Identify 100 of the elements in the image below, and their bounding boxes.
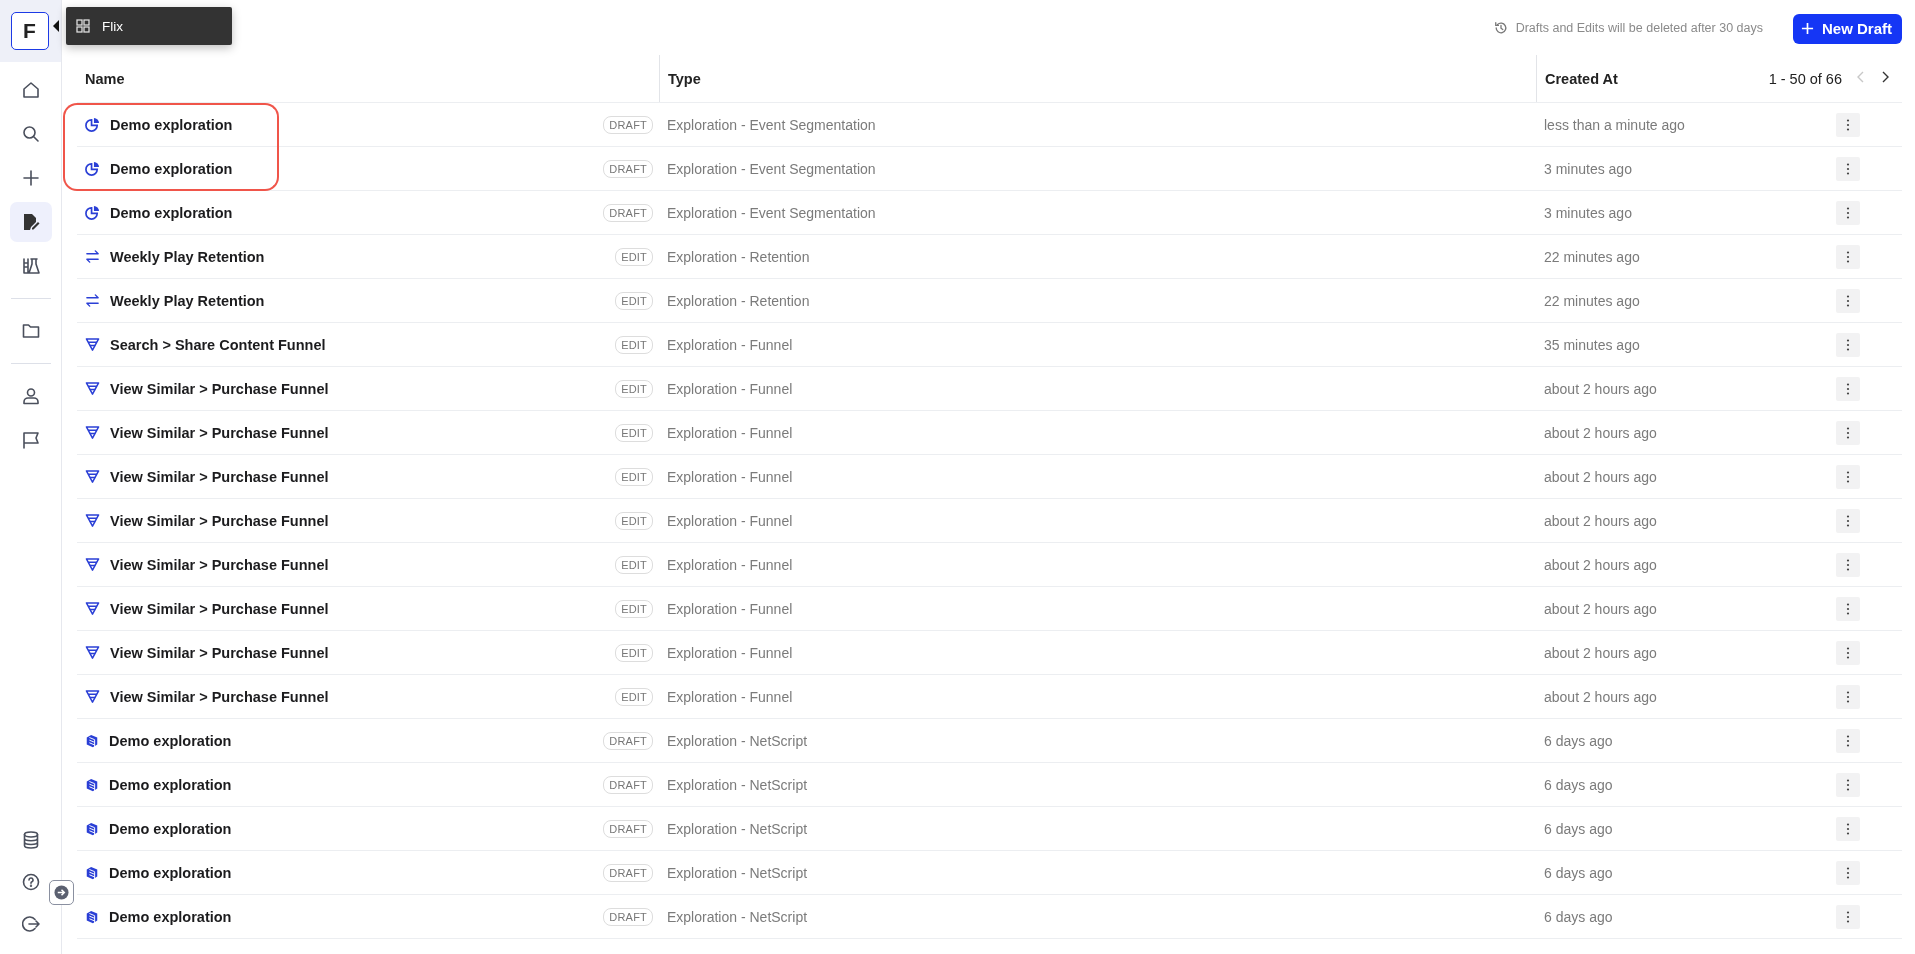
exploration-type: Exploration - NetScript [667,776,808,793]
exploration-name[interactable]: Demo exploration [110,204,233,221]
more-options-button[interactable] [1836,200,1860,225]
exploration-type: Exploration - Funnel [667,512,793,529]
more-options-button[interactable] [1836,640,1860,665]
exploration-name[interactable]: Demo exploration [110,116,233,133]
exploration-name[interactable]: Demo exploration [110,160,233,177]
flask-icon [21,257,40,275]
exploration-type: Exploration - NetScript [667,820,808,837]
logo[interactable]: F [10,12,49,50]
kebab-icon [1846,514,1850,527]
created-time: less than a minute ago [1544,116,1685,133]
arrows-icon [85,249,100,264]
flag-icon [21,431,40,449]
created-time: about 2 hours ago [1544,512,1657,529]
created-time: about 2 hours ago [1544,600,1657,617]
exploration-name[interactable]: Search > Share Content Funnel [110,336,326,353]
more-options-button[interactable] [1836,376,1860,401]
funnel-icon [85,513,100,528]
new-draft-button[interactable]: New Draft [1793,13,1902,44]
exploration-name[interactable]: View Similar > Purchase Funnel [110,468,329,485]
more-options-button[interactable] [1836,816,1860,841]
funnel-icon [85,689,100,704]
column-header: Type [668,70,701,87]
status-badge: EDIT [615,423,653,442]
more-options-button[interactable] [1836,860,1860,885]
funnel-icon [85,425,100,440]
funnel-icon [85,557,100,572]
nav-item[interactable] [9,202,52,242]
exploration-name[interactable]: Weekly Play Retention [110,248,265,265]
exploration-name[interactable]: View Similar > Purchase Funnel [110,688,329,705]
kebab-icon [1846,470,1850,483]
exploration-name[interactable]: Demo exploration [109,732,232,749]
more-options-button[interactable] [1836,508,1860,533]
more-options-button[interactable] [1836,772,1860,797]
exploration-name[interactable]: View Similar > Purchase Funnel [110,380,329,397]
exploration-type: Exploration - Event Segmentation [667,160,876,177]
exploration-type: Exploration - Event Segmentation [667,116,876,133]
kebab-icon [1846,910,1850,923]
exploration-name[interactable]: View Similar > Purchase Funnel [110,644,329,661]
more-options-button[interactable] [1836,552,1860,577]
more-options-button[interactable] [1836,596,1860,621]
more-options-button[interactable] [1836,728,1860,753]
more-options-button[interactable] [1836,904,1860,929]
more-options-button[interactable] [1836,112,1860,137]
pagination-range: 1 - 50 of 66 [1768,70,1842,87]
exploration-name[interactable]: Weekly Play Retention [110,292,265,309]
database-icon [21,831,40,849]
column-header: Created At [1545,70,1618,87]
exploration-type: Exploration - Funnel [667,688,793,705]
created-time: 3 minutes ago [1544,204,1632,221]
more-options-button[interactable] [1836,156,1860,181]
exploration-name[interactable]: Demo exploration [109,908,232,925]
kebab-icon [1846,294,1850,307]
arrows-icon [85,293,100,308]
kebab-icon [1846,778,1850,791]
cube-stack-icon [85,777,99,792]
exploration-name[interactable]: Demo exploration [109,820,232,837]
document-pencil-icon [21,213,40,231]
funnel-icon [85,601,100,616]
created-time: about 2 hours ago [1544,688,1657,705]
kebab-icon [1846,250,1850,263]
exploration-name[interactable]: View Similar > Purchase Funnel [110,600,329,617]
status-badge: DRAFT [603,863,653,882]
exploration-name[interactable]: View Similar > Purchase Funnel [110,424,329,441]
pie-chart-icon [85,161,100,176]
history-icon [1493,20,1508,35]
exploration-type: Exploration - Funnel [667,556,793,573]
tooltip-label: Flix [102,18,123,34]
exploration-name[interactable]: Demo exploration [109,776,232,793]
status-badge: EDIT [615,467,653,486]
exploration-name[interactable]: View Similar > Purchase Funnel [110,512,329,529]
folder-icon [21,322,40,340]
user-icon [21,387,40,405]
funnel-icon [85,645,100,660]
exploration-name[interactable]: Demo exploration [109,864,232,881]
kebab-icon [1846,690,1850,703]
expand-sidebar-button[interactable] [49,880,74,905]
exploration-type: Exploration - NetScript [667,864,808,881]
funnel-icon [85,337,100,352]
more-options-button[interactable] [1836,244,1860,269]
more-options-button[interactable] [1836,684,1860,709]
funnel-icon [85,469,100,484]
help-icon [21,873,40,891]
created-time: about 2 hours ago [1544,424,1657,441]
funnel-icon [85,381,100,396]
exploration-type: Exploration - Retention [667,248,810,265]
more-options-button[interactable] [1836,420,1860,445]
cube-stack-icon [85,821,99,836]
exploration-name[interactable]: View Similar > Purchase Funnel [110,556,329,573]
status-badge: EDIT [615,555,653,574]
created-time: about 2 hours ago [1544,556,1657,573]
more-options-button[interactable] [1836,464,1860,489]
more-options-button[interactable] [1836,288,1860,313]
status-badge: EDIT [615,599,653,618]
home-icon [21,81,40,99]
pie-chart-icon [85,117,100,132]
status-badge: DRAFT [603,775,653,794]
exploration-type: Exploration - Funnel [667,600,793,617]
more-options-button[interactable] [1836,332,1860,357]
